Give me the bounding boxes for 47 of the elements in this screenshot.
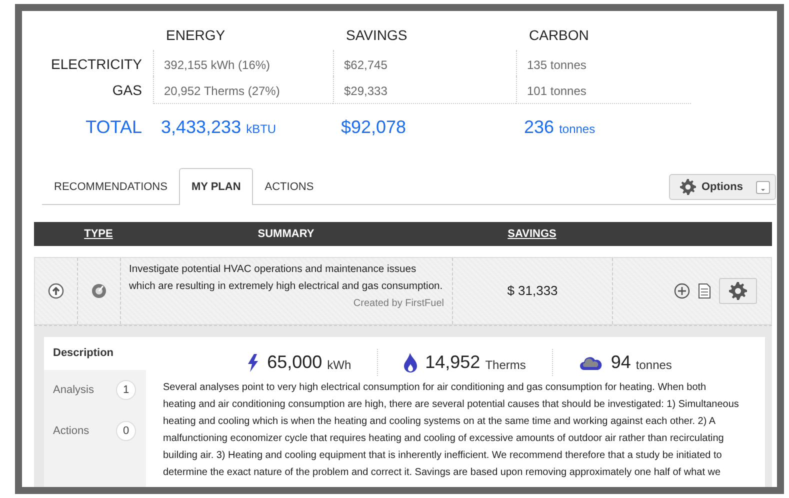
total-unit: tonnes xyxy=(559,122,596,136)
author-text: Created by FirstFuel xyxy=(352,297,444,311)
row-label: GAS xyxy=(111,81,143,100)
summary-value: 20,952 Therms (27%) xyxy=(153,76,333,104)
column-header: SUMMARY xyxy=(256,226,316,242)
summary-value: $29,333 xyxy=(333,76,516,104)
side-tab[interactable]: Actions 0 xyxy=(44,411,146,452)
savings-value: $ 31,333 xyxy=(507,282,558,300)
total-value: 3,433,233 xyxy=(161,117,242,137)
metric-value: 65,000 xyxy=(267,351,322,374)
metric-unit: Therms xyxy=(485,356,526,374)
count-badge: 0 xyxy=(116,421,136,441)
options-button[interactable]: Options xyxy=(669,174,776,200)
column-header[interactable]: SAVINGS xyxy=(452,226,612,242)
summary-text: Investigate potential HVAC operations and maintenance issues which are resulting in extremely high electrical and gas consumption. xyxy=(129,264,443,292)
metric-unit: tonnes xyxy=(636,356,672,374)
cloud-icon xyxy=(578,354,603,370)
column-header: SAVINGS xyxy=(345,26,408,45)
total-value: $92,078 xyxy=(341,117,406,137)
tab[interactable]: ACTIONS xyxy=(252,168,326,205)
plus-icon[interactable] xyxy=(674,283,690,299)
column-header: ENERGY xyxy=(165,26,226,45)
side-tab[interactable]: Description xyxy=(44,337,146,370)
column-header: CARBON xyxy=(528,26,590,45)
row-label: ELECTRICITY xyxy=(50,55,143,74)
flame-icon xyxy=(404,352,418,372)
tab[interactable]: RECOMMENDATIONS xyxy=(42,168,180,205)
metric-value: 94 xyxy=(610,351,631,374)
side-tab[interactable]: Analysis 1 xyxy=(44,370,146,411)
total-unit: kBTU xyxy=(246,122,276,136)
count-badge: 1 xyxy=(116,380,136,400)
summary-value: 392,155 kWh (16%) xyxy=(153,50,333,76)
document-icon[interactable] xyxy=(698,283,711,299)
gauge-icon xyxy=(91,283,107,299)
column-header[interactable]: TYPE xyxy=(77,226,120,242)
metric-value: 14,952 xyxy=(425,351,480,374)
settings-button[interactable] xyxy=(719,278,757,304)
gear-icon xyxy=(680,179,696,195)
summary-value: $62,745 xyxy=(333,50,516,76)
gear-icon xyxy=(729,282,747,300)
metric-unit: kWh xyxy=(327,356,352,374)
lightning-icon xyxy=(247,354,260,372)
tab[interactable]: MY PLAN xyxy=(179,168,253,205)
description-text: Several analyses point to very high electrical consumption for air conditioning and gas consumption for heating. When both heating and air conditioning consumption are high, there are several potential causes that should be investigated: 1) Simultaneous heating and cooling which is when the heating and cooling systems on at the same time and working against each other. 2) A malfunctioning economizer cycle that requires heating and cooling of excessive amounts of outdoor air rather than recirculating building air. 3) Heating and cooling equipment that is inherently inefficient. We recommend therefore that a study be initiated to determine the exact nature of the problem and correct it. Savings are based upon removing approximately one half of what we xyxy=(163,381,740,480)
summary-value: 135 tonnes xyxy=(516,50,691,76)
summary-value: 101 tonnes xyxy=(516,76,691,104)
total-value: 236 xyxy=(524,117,554,137)
